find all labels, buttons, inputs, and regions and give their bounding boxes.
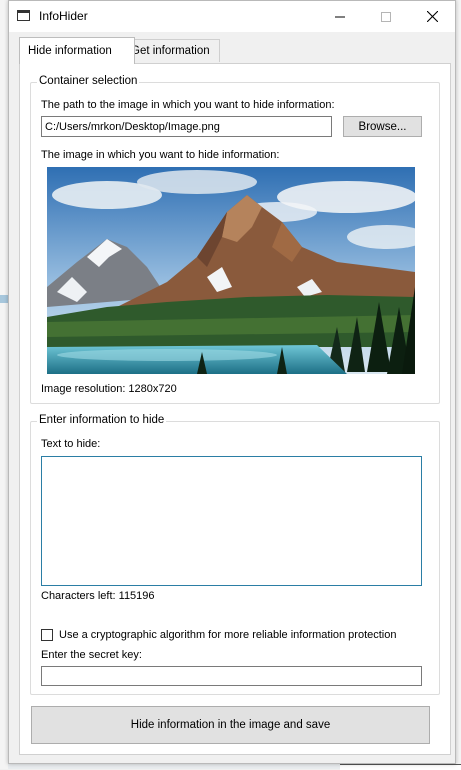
characters-left: Characters left: 115196 bbox=[41, 590, 155, 602]
minimize-button[interactable] bbox=[317, 1, 363, 32]
crypto-checkbox-label[interactable]: Use a cryptographic algorithm for more r… bbox=[59, 629, 397, 641]
text-to-hide-input[interactable] bbox=[41, 456, 422, 586]
secret-key-label: Enter the secret key: bbox=[41, 649, 142, 661]
hide-and-save-button[interactable]: Hide information in the image and save bbox=[31, 706, 430, 744]
group-title: Container selection bbox=[37, 75, 140, 87]
tab-get-information[interactable]: Get information bbox=[122, 39, 220, 62]
image-label: The image in which you want to hide info… bbox=[41, 149, 280, 161]
close-button[interactable] bbox=[409, 1, 455, 32]
tab-panel-hide: Container selection The path to the imag… bbox=[19, 63, 451, 755]
window-title: InfoHider bbox=[39, 9, 88, 23]
tab-hide-information[interactable]: Hide information bbox=[19, 37, 135, 64]
maximize-button[interactable] bbox=[363, 1, 409, 32]
close-icon bbox=[426, 11, 438, 22]
tab-label: Hide information bbox=[28, 45, 112, 57]
mountain-lake-image bbox=[47, 167, 415, 374]
secret-key-input[interactable] bbox=[41, 666, 422, 686]
tab-label: Get information bbox=[131, 45, 210, 57]
image-resolution: Image resolution: 1280x720 bbox=[41, 383, 177, 395]
app-icon bbox=[17, 10, 30, 21]
crypto-checkbox[interactable] bbox=[41, 629, 53, 641]
browse-button[interactable]: Browse... bbox=[343, 116, 422, 137]
path-input[interactable]: C:/Users/mrkon/Desktop/Image.png bbox=[41, 116, 332, 137]
path-label: The path to the image in which you want … bbox=[41, 99, 335, 111]
minimize-icon bbox=[335, 16, 345, 17]
title-bar[interactable]: InfoHider bbox=[9, 1, 455, 32]
group-title: Enter information to hide bbox=[37, 414, 167, 426]
container-selection-group: Container selection The path to the imag… bbox=[30, 75, 440, 404]
text-to-hide-label: Text to hide: bbox=[41, 438, 101, 450]
maximize-icon bbox=[381, 11, 391, 22]
app-window: InfoHider Hide information Get informati… bbox=[8, 0, 456, 764]
info-to-hide-group: Enter information to hide Text to hide: … bbox=[30, 414, 440, 695]
container-image-preview bbox=[47, 167, 415, 374]
